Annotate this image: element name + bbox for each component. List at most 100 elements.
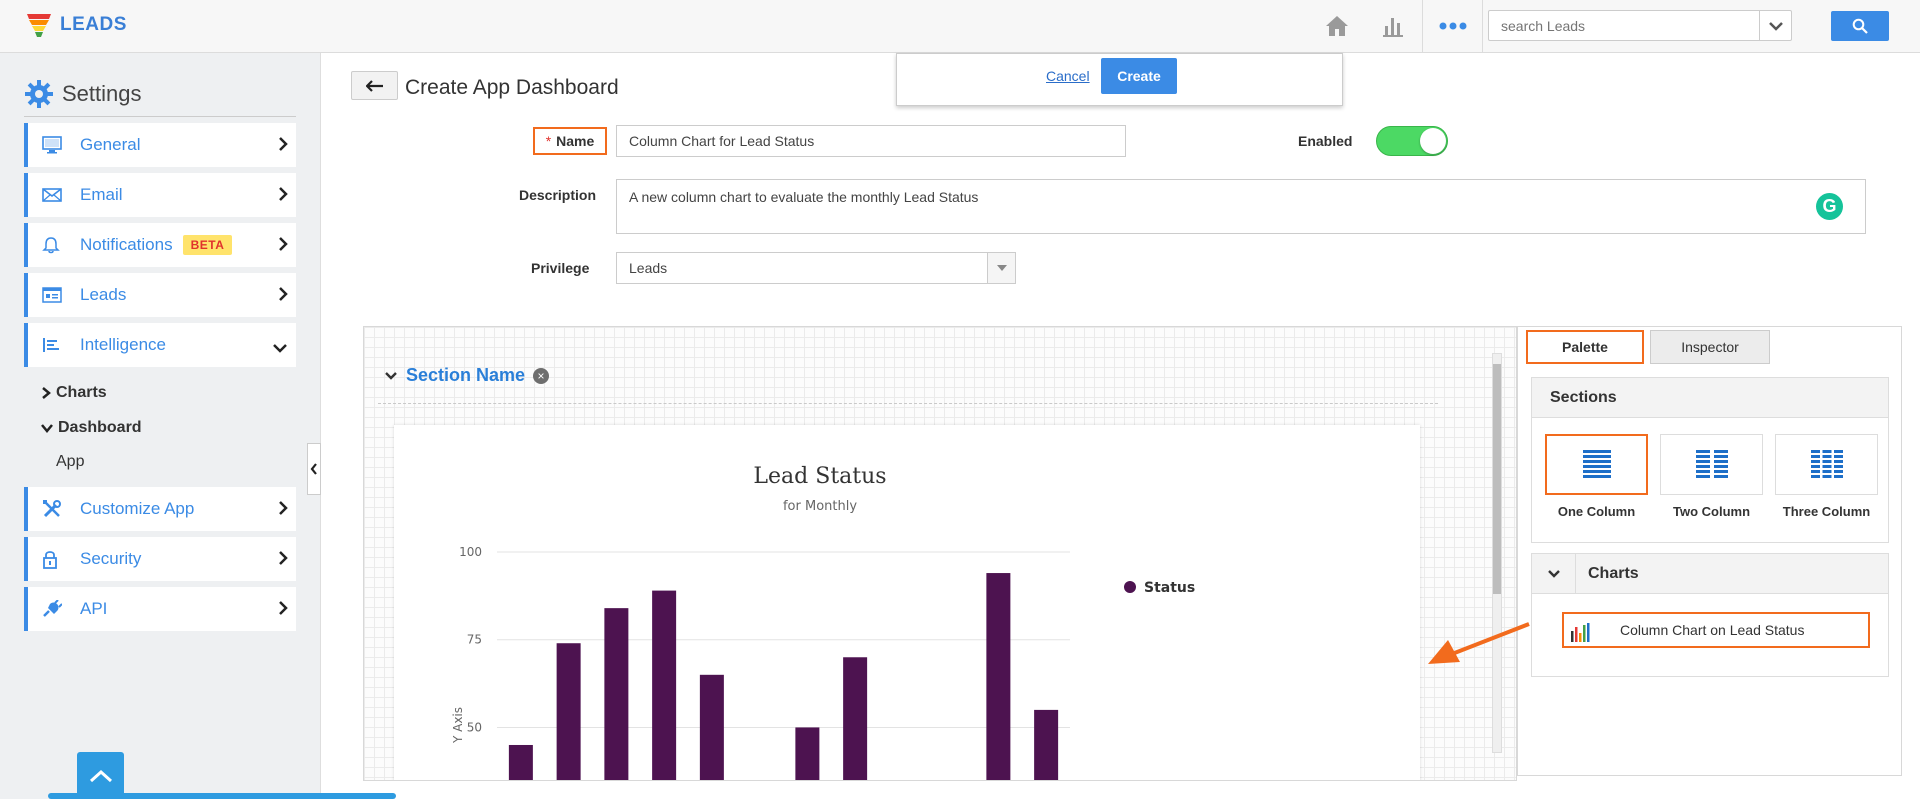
section-name[interactable]: Section Name: [406, 365, 525, 386]
privilege-label: Privilege: [531, 260, 590, 276]
bottom-bar: [48, 793, 396, 799]
bar: [1034, 709, 1059, 780]
more-icon[interactable]: [1436, 10, 1470, 42]
legend-marker: [1124, 581, 1136, 593]
chart-item-column-chart-lead-status[interactable]: Column Chart on Lead Status: [1562, 612, 1870, 648]
sidebar-subitem-label: App: [56, 453, 85, 470]
app-logo[interactable]: LEADS: [26, 12, 127, 38]
chart-title: Lead Status: [753, 464, 886, 489]
grammarly-icon[interactable]: G: [1816, 193, 1843, 220]
sidebar-item-label: API: [80, 599, 108, 618]
sidebar-item-customize-app[interactable]: Customize App: [24, 487, 296, 531]
divider: [1422, 0, 1423, 53]
sidebar-item-label: Customize App: [80, 499, 195, 518]
sidebar-item-api[interactable]: API: [24, 587, 296, 631]
bell-icon: [42, 236, 68, 254]
charts-header[interactable]: Charts: [1532, 553, 1888, 594]
lock-icon: [42, 549, 68, 569]
section-option-three-column[interactable]: Three Column: [1775, 434, 1878, 519]
bar: [699, 674, 724, 780]
sidebar-item-general[interactable]: General: [24, 123, 296, 167]
section-option-one-column[interactable]: One Column: [1545, 434, 1648, 519]
chevron-down-icon[interactable]: [384, 371, 398, 381]
home-icon[interactable]: [1320, 10, 1354, 42]
remove-section-icon[interactable]: ×: [533, 367, 550, 384]
three-column-icon: [1775, 434, 1878, 495]
charts-title: Charts: [1588, 564, 1639, 582]
scroll-to-top-button[interactable]: [77, 752, 124, 799]
cancel-link[interactable]: Cancel: [1046, 68, 1090, 84]
toggle-knob: [1420, 128, 1446, 154]
sidebar-collapse-toggle[interactable]: [307, 443, 321, 495]
name-field[interactable]: Column Chart for Lead Status: [616, 125, 1126, 157]
top-bar: LEADS: [0, 0, 1920, 53]
search-dropdown-toggle[interactable]: [1759, 11, 1791, 40]
chevron-down-icon[interactable]: [1532, 553, 1576, 594]
settings-header: Settings: [24, 79, 142, 109]
bar: [795, 727, 820, 780]
tab-palette[interactable]: Palette: [1526, 330, 1644, 364]
description-label: Description: [519, 187, 597, 203]
app-name: LEADS: [60, 14, 127, 35]
privilege-select[interactable]: Leads: [616, 252, 1016, 284]
y-tick-label: 100: [459, 545, 482, 559]
sidebar-item-leads[interactable]: Leads: [24, 273, 296, 317]
bar: [986, 573, 1011, 780]
back-button[interactable]: [351, 71, 398, 100]
chevron-right-icon: [42, 387, 51, 399]
sidebar-item-notifications[interactable]: Notifications BETA: [24, 223, 296, 267]
search-icon: [1852, 18, 1868, 34]
charts-box: Charts Column Chart on Lead Status: [1531, 553, 1889, 677]
envelope-icon: [42, 187, 68, 203]
canvas-scrollbar[interactable]: [1492, 353, 1502, 753]
bar: [652, 590, 677, 780]
sidebar-subitem-app[interactable]: App: [56, 453, 84, 471]
sidebar-item-intelligence[interactable]: Intelligence: [24, 323, 296, 367]
monitor-icon: [42, 136, 68, 154]
description-field[interactable]: A new column chart to evaluate the month…: [616, 179, 1866, 234]
bar: [604, 608, 629, 780]
y-axis-label: Y Axis: [451, 707, 465, 744]
name-label: * Name: [533, 127, 607, 155]
sidebar-subitem-charts[interactable]: Charts: [40, 384, 107, 402]
search-box: [1488, 10, 1792, 41]
settings-sidebar: Settings General Email Notifications BET…: [0, 53, 396, 799]
chart-subtitle: for Monthly: [783, 499, 857, 514]
search-input[interactable]: [1489, 11, 1759, 40]
chevron-right-icon: [278, 286, 288, 307]
chevron-down-icon: [1768, 21, 1783, 31]
intelligence-icon: [42, 337, 68, 353]
privilege-value: Leads: [629, 260, 668, 276]
settings-title: Settings: [62, 81, 142, 106]
scrollbar-thumb[interactable]: [1493, 364, 1501, 594]
tools-icon: [42, 499, 68, 519]
enabled-toggle[interactable]: [1376, 126, 1448, 156]
section-option-label: One Column: [1557, 504, 1636, 519]
section-option-two-column[interactable]: Two Column: [1660, 434, 1763, 519]
chevron-right-icon: [278, 600, 288, 621]
sidebar-item-label: Leads: [80, 285, 127, 304]
plug-icon: [42, 600, 68, 618]
section-header: Section Name ×: [384, 365, 550, 386]
bar: [843, 657, 868, 780]
divider: [1482, 0, 1483, 53]
name-label-text: Name: [556, 133, 595, 149]
create-button[interactable]: Create: [1101, 58, 1177, 94]
sidebar-item-label: Email: [80, 185, 123, 204]
chart-card[interactable]: Lead Status for Monthly 100 75 50 Y Axis Statu…: [394, 425, 1420, 780]
search-button[interactable]: [1831, 11, 1889, 41]
section-option-label: Three Column: [1782, 504, 1871, 519]
sidebar-subitem-dashboard[interactable]: Dashboard: [40, 419, 142, 437]
sections-title: Sections: [1532, 378, 1888, 418]
page-title: Create App Dashboard: [405, 76, 619, 99]
sidebar-item-label: General: [80, 135, 141, 154]
sections-box: Sections One Column Two Column Three Col…: [1531, 377, 1889, 543]
sidebar-item-email[interactable]: Email: [24, 173, 296, 217]
analytics-icon[interactable]: [1376, 10, 1410, 42]
y-tick-label: 75: [467, 633, 482, 647]
divider: [24, 116, 296, 117]
chart-item-label: Column Chart on Lead Status: [1620, 622, 1805, 638]
gear-icon: [25, 80, 53, 108]
sidebar-item-security[interactable]: Security: [24, 537, 296, 581]
tab-inspector[interactable]: Inspector: [1650, 330, 1770, 364]
